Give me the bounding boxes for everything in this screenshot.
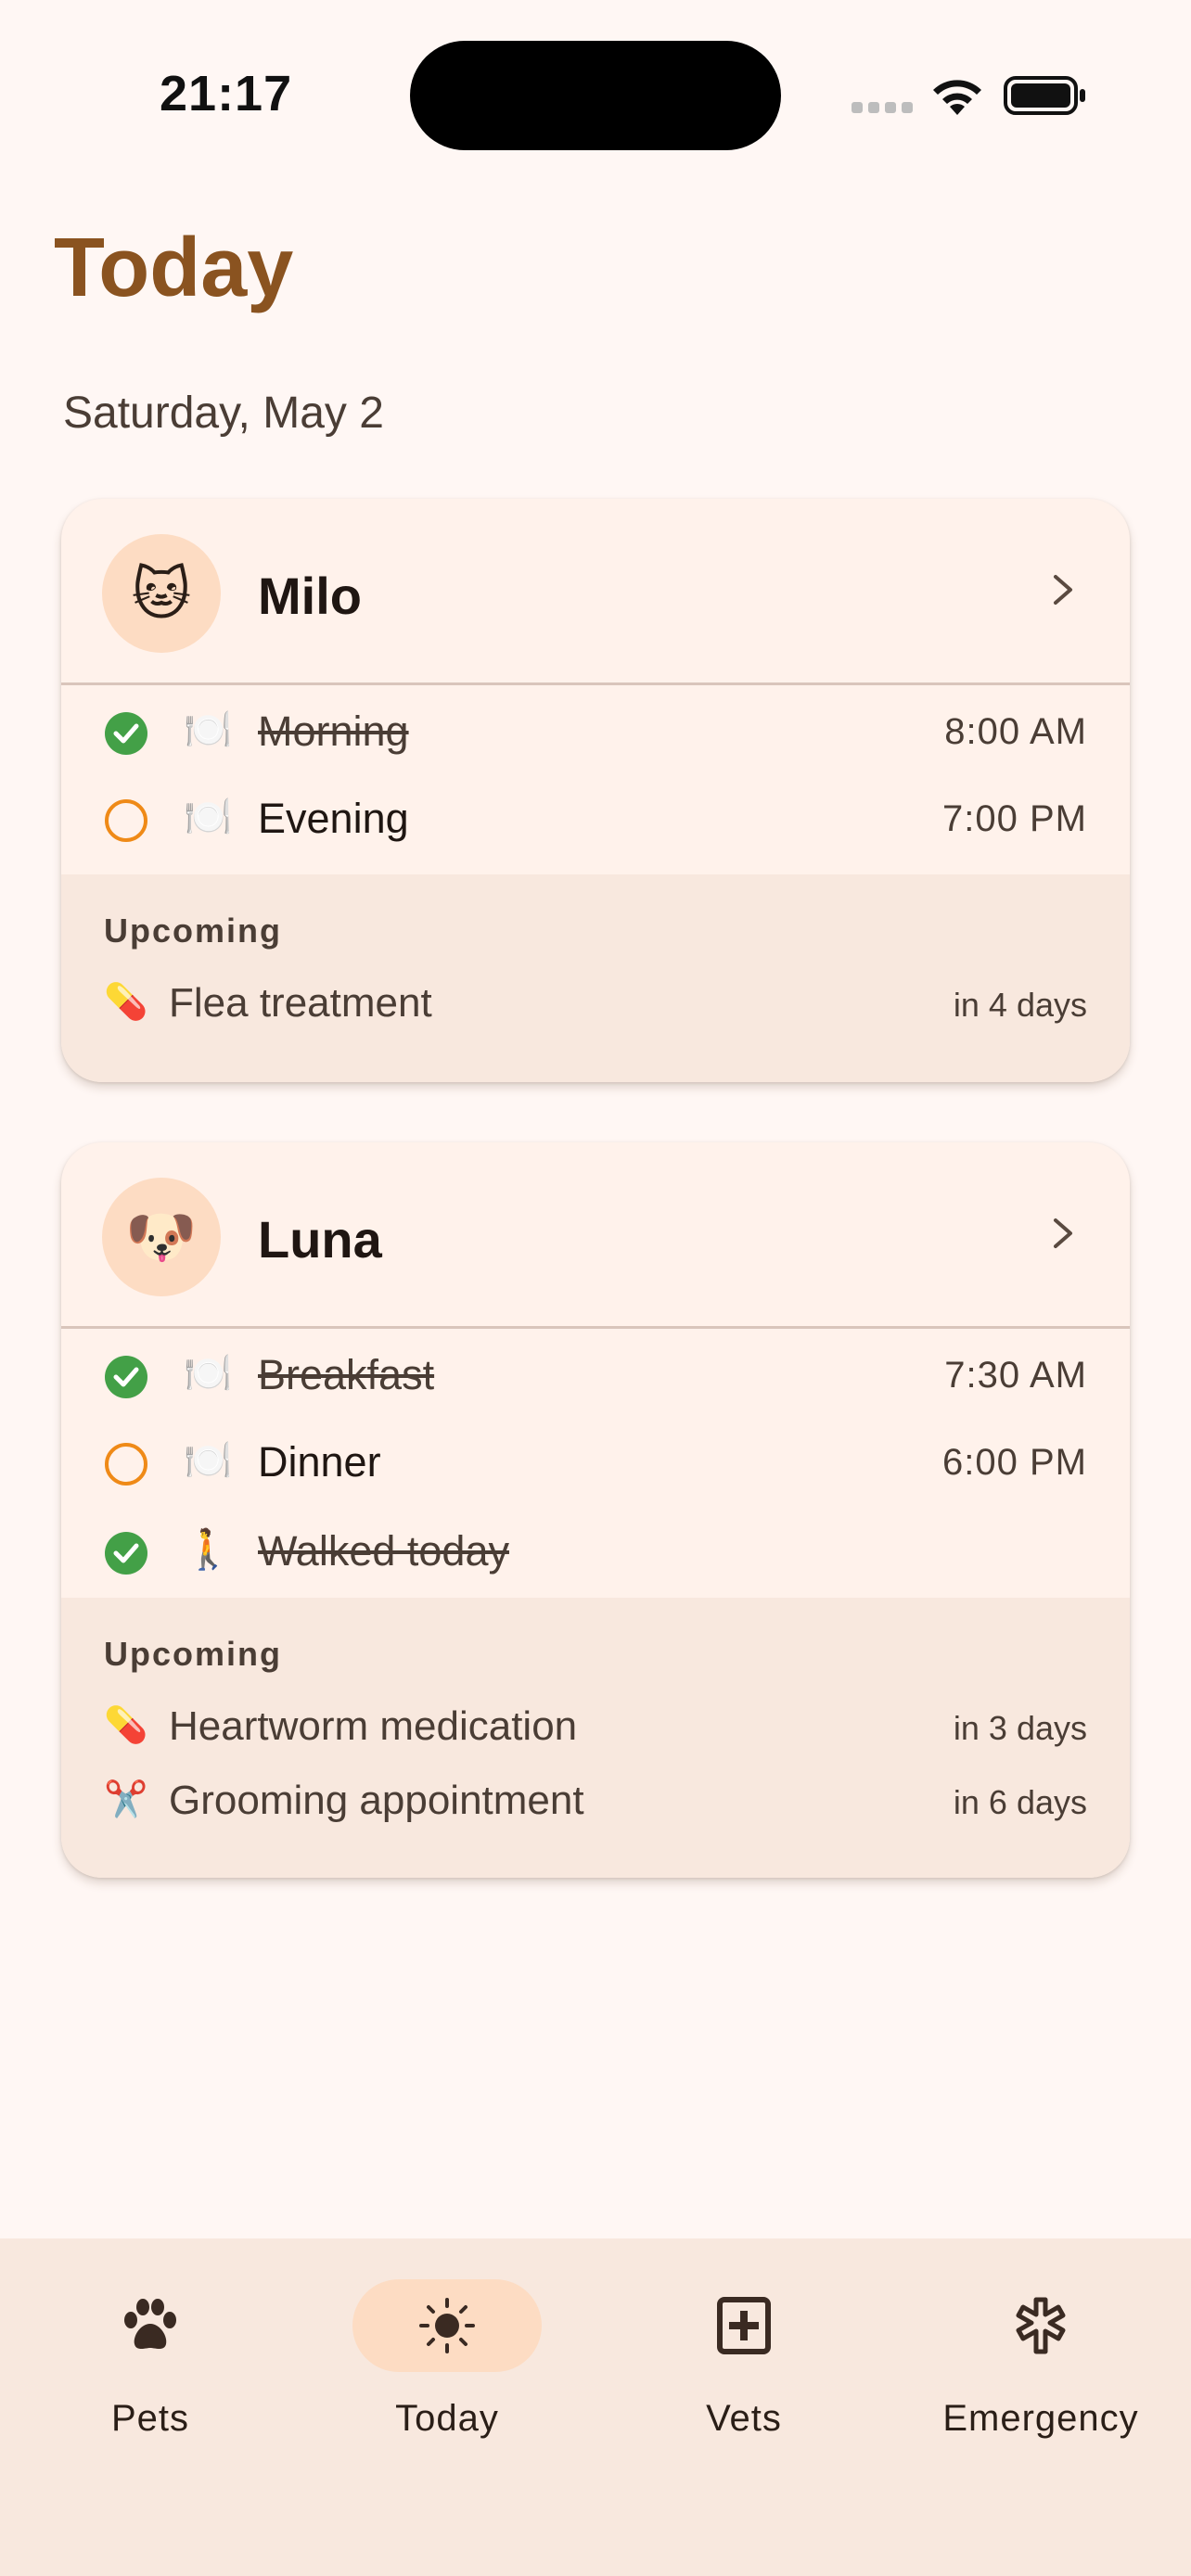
bottom-navigation: Pets Today Vets Emergency <box>0 2238 1191 2576</box>
empty-circle-icon[interactable] <box>104 798 148 843</box>
task-time: 8:00 AM <box>944 711 1087 752</box>
page-title: Today <box>54 222 294 314</box>
upcoming-label: Grooming appointment <box>169 1778 584 1823</box>
asterisk-icon <box>1016 2297 1066 2354</box>
pet-card-header[interactable]: 🐶 Luna <box>61 1142 1130 1329</box>
cellular-signal-icon <box>852 102 913 115</box>
nav-tab-today[interactable]: Today <box>317 2279 577 2465</box>
nav-label: Today <box>395 2398 499 2439</box>
medical-cross-icon <box>717 2297 771 2354</box>
chevron-right-icon <box>1054 1218 1072 1248</box>
upcoming-item[interactable]: ✂️ Grooming appointment in 6 days <box>104 1766 1087 1841</box>
nav-tab-emergency[interactable]: Emergency <box>911 2279 1171 2465</box>
upcoming-item[interactable]: 💊 Heartworm medication in 3 days <box>104 1692 1087 1766</box>
check-circle-icon[interactable] <box>104 1531 148 1575</box>
status-time: 21:17 <box>160 66 293 121</box>
empty-circle-icon[interactable] <box>104 1442 148 1486</box>
task-time: 7:00 PM <box>942 798 1087 839</box>
pet-card-header[interactable]: 🐱 Milo <box>61 499 1130 685</box>
task-row[interactable]: 🍽️ Evening 7:00 PM <box>61 774 1130 860</box>
sun-icon <box>419 2298 475 2353</box>
pill-icon: 💊 <box>104 1706 148 1745</box>
task-row[interactable]: 🍽️ Breakfast 7:30 AM <box>61 1331 1130 1420</box>
upcoming-label: Flea treatment <box>169 980 432 1026</box>
upcoming-when: in 6 days <box>953 1783 1087 1821</box>
nav-label: Vets <box>706 2398 782 2439</box>
task-label: Evening <box>258 795 409 842</box>
pet-name: Milo <box>258 567 362 625</box>
upcoming-when: in 3 days <box>953 1709 1087 1747</box>
wifi-icon <box>933 80 981 115</box>
task-row[interactable]: 🍽️ Dinner 6:00 PM <box>61 1418 1130 1507</box>
task-time: 7:30 AM <box>944 1355 1087 1396</box>
scissors-icon: ✂️ <box>104 1780 148 1819</box>
pill-icon: 💊 <box>104 983 148 1022</box>
pet-avatar: 🐶 <box>102 1178 221 1296</box>
task-label: Breakfast <box>258 1351 435 1398</box>
battery-icon <box>1004 76 1085 115</box>
status-bar: 21:17 <box>0 0 1191 185</box>
upcoming-section: Upcoming 💊 Flea treatment in 4 days <box>61 874 1130 1082</box>
dynamic-island <box>410 41 781 150</box>
pet-avatar: 🐱 <box>102 534 221 653</box>
nav-tab-vets[interactable]: Vets <box>614 2279 874 2465</box>
pet-card-luna: 🐶 Luna 🍽️ Breakfast 7:30 AM 🍽️ Dinner 6:… <box>61 1142 1130 1878</box>
task-row[interactable]: 🚶 Walked today <box>61 1507 1130 1596</box>
upcoming-section: Upcoming 💊 Heartworm medication in 3 day… <box>61 1598 1130 1878</box>
paw-icon <box>124 2299 176 2349</box>
upcoming-title: Upcoming <box>104 912 282 950</box>
upcoming-title: Upcoming <box>104 1635 282 1673</box>
meal-icon: 🍽️ <box>184 795 233 838</box>
walk-icon: 🚶 <box>184 1527 233 1571</box>
task-label: Dinner <box>258 1438 381 1486</box>
date-label: Saturday, May 2 <box>63 389 384 438</box>
upcoming-item[interactable]: 💊 Flea treatment in 4 days <box>104 969 1087 1043</box>
upcoming-label: Heartworm medication <box>169 1703 578 1749</box>
nav-label: Emergency <box>942 2398 1139 2439</box>
meal-icon: 🍽️ <box>184 708 233 751</box>
chevron-right-icon <box>1054 575 1072 605</box>
pet-name: Luna <box>258 1210 382 1269</box>
task-time: 6:00 PM <box>942 1442 1087 1483</box>
meal-icon: 🍽️ <box>184 1351 233 1395</box>
check-circle-icon[interactable] <box>104 1355 148 1399</box>
task-row[interactable]: 🍽️ Morning 8:00 AM <box>61 687 1130 776</box>
pet-card-milo: 🐱 Milo 🍽️ Morning 8:00 AM 🍽️ Evening 7:0… <box>61 499 1130 1082</box>
meal-icon: 🍽️ <box>184 1438 233 1482</box>
task-label: Morning <box>258 708 409 755</box>
check-circle-icon[interactable] <box>104 711 148 756</box>
upcoming-when: in 4 days <box>953 986 1087 1024</box>
task-label: Walked today <box>258 1527 509 1575</box>
nav-label: Pets <box>110 2398 190 2439</box>
nav-tab-pets[interactable]: Pets <box>20 2279 280 2465</box>
